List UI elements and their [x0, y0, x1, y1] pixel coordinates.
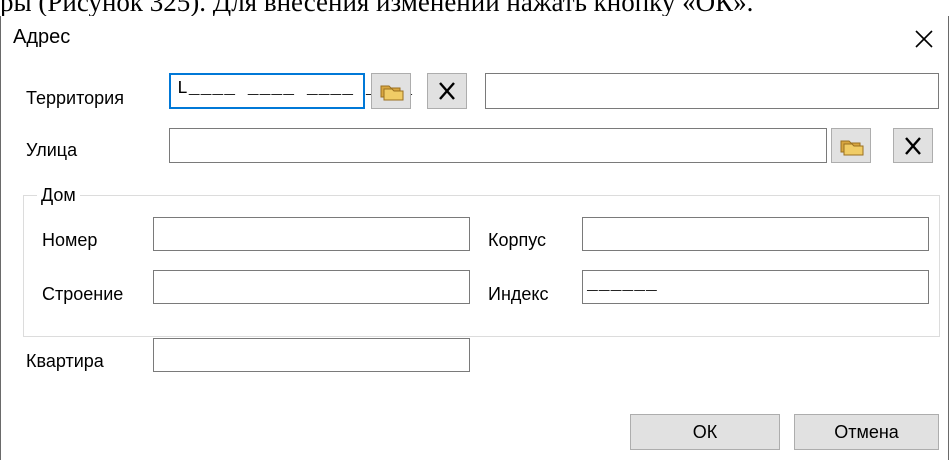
ok-button[interactable]: ОК [630, 414, 780, 450]
index-field[interactable]: ______ [582, 270, 929, 304]
dialog-title: Адрес [13, 26, 71, 48]
korpus-field[interactable] [582, 217, 929, 251]
index-mask: ______ [587, 275, 658, 295]
korpus-label: Корпус [488, 230, 547, 250]
index-label: Индекс [488, 284, 549, 304]
cancel-button[interactable]: Отмена [794, 414, 939, 450]
territory-clear-button[interactable] [427, 73, 467, 109]
house-group-label: Дом [37, 185, 80, 206]
apartment-field[interactable] [153, 338, 470, 372]
street-field[interactable] [169, 128, 827, 163]
territory-code-input[interactable]: L____ ____ ____ ____ [169, 73, 412, 109]
territory-name-field[interactable] [485, 73, 939, 109]
building-field[interactable] [153, 270, 470, 304]
street-label: Улица [26, 140, 78, 160]
folder-select-icon [380, 85, 404, 101]
number-label: Номер [42, 230, 98, 250]
close-button[interactable] [905, 22, 943, 58]
street-select-button[interactable] [831, 128, 871, 163]
territory-select-button[interactable] [371, 73, 411, 109]
address-dialog: Адрес Территория L____ ____ ____ ____ Ул… [0, 16, 949, 460]
street-clear-button[interactable] [893, 128, 933, 163]
title-bar: Адрес [1, 16, 948, 62]
clear-x-icon [439, 82, 455, 100]
folder-select-icon [840, 140, 864, 156]
building-label: Строение [42, 284, 124, 304]
number-field[interactable] [153, 217, 470, 251]
apartment-label: Квартира [26, 351, 104, 371]
clear-x-icon [905, 137, 921, 155]
territory-label: Территория [26, 88, 124, 108]
close-icon [915, 30, 933, 48]
